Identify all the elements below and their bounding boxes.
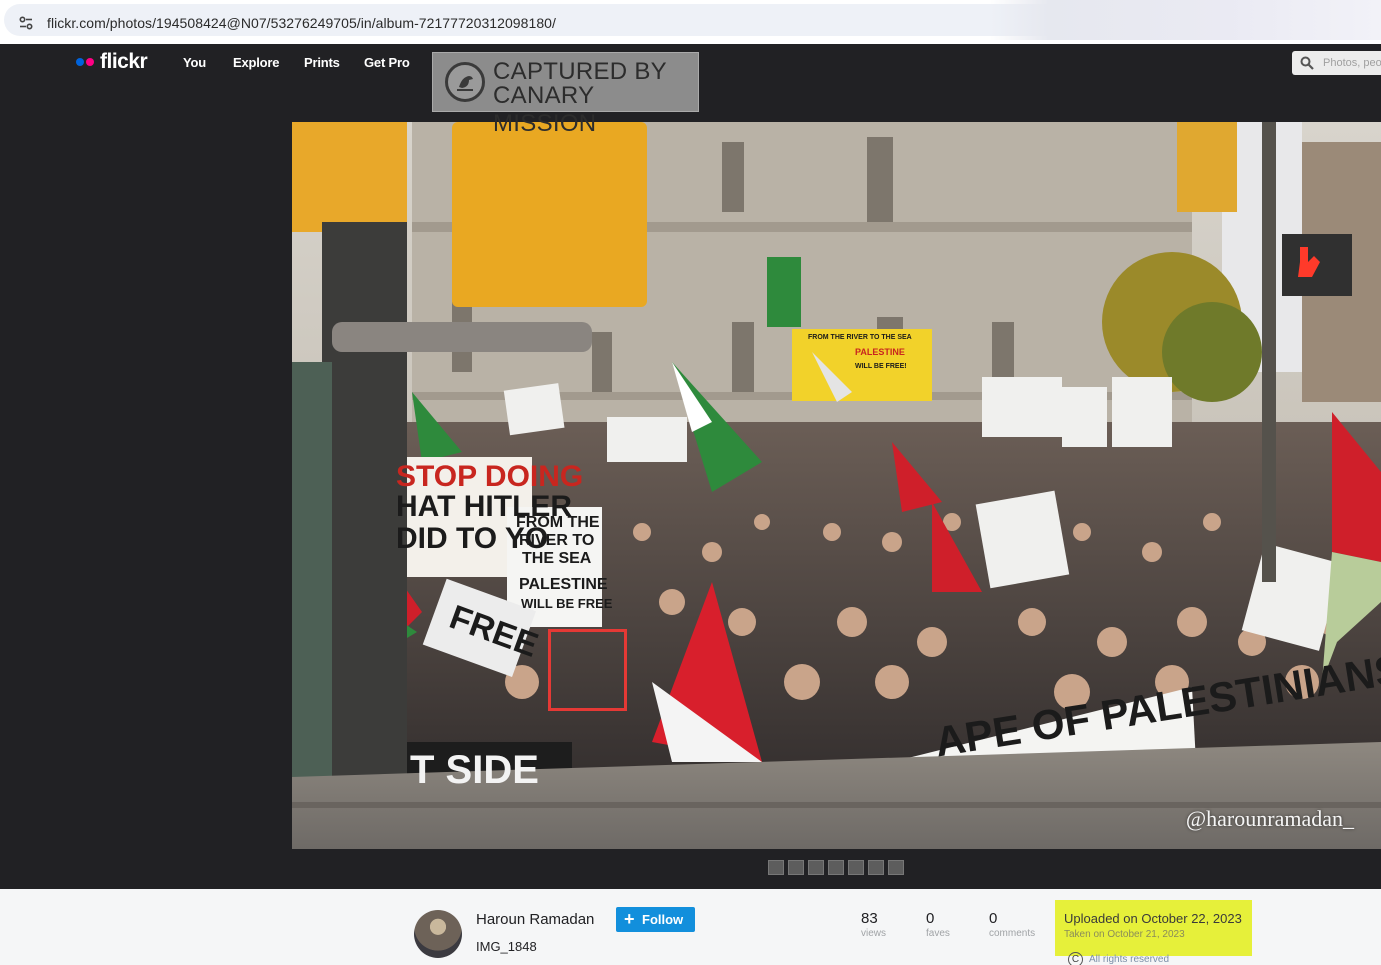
copyright-icon: C bbox=[1068, 952, 1083, 965]
bird-icon bbox=[457, 76, 473, 91]
page: flickr.com/photos/194508424@N07/53276249… bbox=[0, 0, 1381, 965]
stat-faves-value: 0 bbox=[926, 910, 935, 927]
follow-button[interactable]: + Follow bbox=[616, 907, 695, 932]
thumbnail[interactable] bbox=[868, 860, 884, 875]
banner-yellow-line1: FROM THE RIVER TO THE SEA bbox=[808, 334, 912, 341]
sign-river-line4: PALESTINE bbox=[519, 576, 608, 593]
photo-credit-watermark: @harounramadan_ bbox=[1185, 806, 1354, 831]
search-icon bbox=[1300, 56, 1314, 70]
canary-mission-watermark: CAPTURED BY CANARY MISSION bbox=[432, 52, 699, 137]
thumbnail[interactable] bbox=[768, 860, 784, 875]
nav-prints[interactable]: Prints bbox=[304, 55, 340, 70]
rights-text: All rights reserved bbox=[1089, 954, 1170, 965]
thumbnail[interactable] bbox=[828, 860, 844, 875]
uploaded-date: Uploaded on October 22, 2023 bbox=[1064, 911, 1242, 926]
nav-get-pro[interactable]: Get Pro bbox=[364, 55, 410, 70]
stat-faves: 0 faves bbox=[926, 910, 950, 939]
logo-blue-dot bbox=[76, 58, 84, 66]
main-photo[interactable]: STOP DOING HAT HITLER DID TO YO FROM THE… bbox=[292, 122, 1381, 849]
browser-address-bar: flickr.com/photos/194508424@N07/53276249… bbox=[0, 0, 1381, 44]
thumbnail[interactable] bbox=[808, 860, 824, 875]
stat-comments-label: comments bbox=[989, 928, 1036, 939]
url-text[interactable]: flickr.com/photos/194508424@N07/53276249… bbox=[47, 15, 556, 31]
blurred-region bbox=[990, 0, 1381, 40]
taken-date: Taken on October 21, 2023 bbox=[1064, 929, 1185, 940]
thumbnail[interactable] bbox=[888, 860, 904, 875]
photo-title: IMG_1848 bbox=[476, 939, 537, 954]
logo-wordmark: flickr bbox=[100, 50, 148, 73]
flickr-logo[interactable]: flickr bbox=[76, 50, 148, 74]
owner-name[interactable]: Haroun Ramadan bbox=[476, 911, 594, 928]
sign-river-line3: THE SEA bbox=[522, 550, 592, 567]
photo-info-bar: Haroun Ramadan IMG_1848 + Follow 83 view… bbox=[0, 889, 1381, 965]
banner-bottom-left: T SIDE bbox=[410, 748, 539, 792]
sign-stop-line1: STOP DOING bbox=[396, 460, 584, 493]
avatar[interactable] bbox=[414, 910, 462, 958]
watermark-line2: CANARY MISSION bbox=[493, 82, 597, 137]
upload-date-highlight: Uploaded on October 22, 2023 Taken on Oc… bbox=[1055, 900, 1252, 956]
search-box[interactable]: Photos, peo bbox=[1292, 51, 1381, 75]
sign-river-line2: RIVER TO bbox=[519, 532, 595, 549]
sign-river-line5: WILL BE FREE bbox=[521, 596, 613, 611]
thumbnail[interactable] bbox=[848, 860, 864, 875]
nav-you[interactable]: You bbox=[183, 55, 206, 70]
banner-yellow-line3: WILL BE FREE! bbox=[855, 363, 907, 370]
follow-label: Follow bbox=[642, 912, 684, 927]
logo-pink-dot bbox=[86, 58, 94, 66]
banner-yellow-line2: PALESTINE bbox=[855, 347, 905, 357]
site-settings-icon[interactable] bbox=[18, 15, 34, 31]
plus-icon: + bbox=[624, 909, 635, 929]
stat-views-label: views bbox=[861, 928, 887, 939]
stat-views: 83 views bbox=[861, 910, 886, 939]
license-info[interactable]: C All rights reserved bbox=[1068, 952, 1169, 965]
nav-explore[interactable]: Explore bbox=[233, 55, 279, 70]
canary-logo-icon bbox=[445, 62, 485, 102]
stat-comments: 0 comments bbox=[989, 910, 1035, 939]
search-placeholder: Photos, peo bbox=[1323, 57, 1381, 69]
stat-faves-label: faves bbox=[926, 928, 950, 939]
thumbnail[interactable] bbox=[788, 860, 804, 875]
album-thumbnails bbox=[768, 860, 904, 875]
sign-river-line1: FROM THE bbox=[516, 514, 600, 531]
stat-views-value: 83 bbox=[861, 910, 878, 927]
face-highlight-box bbox=[548, 629, 627, 711]
stat-comments-value: 0 bbox=[989, 910, 998, 927]
